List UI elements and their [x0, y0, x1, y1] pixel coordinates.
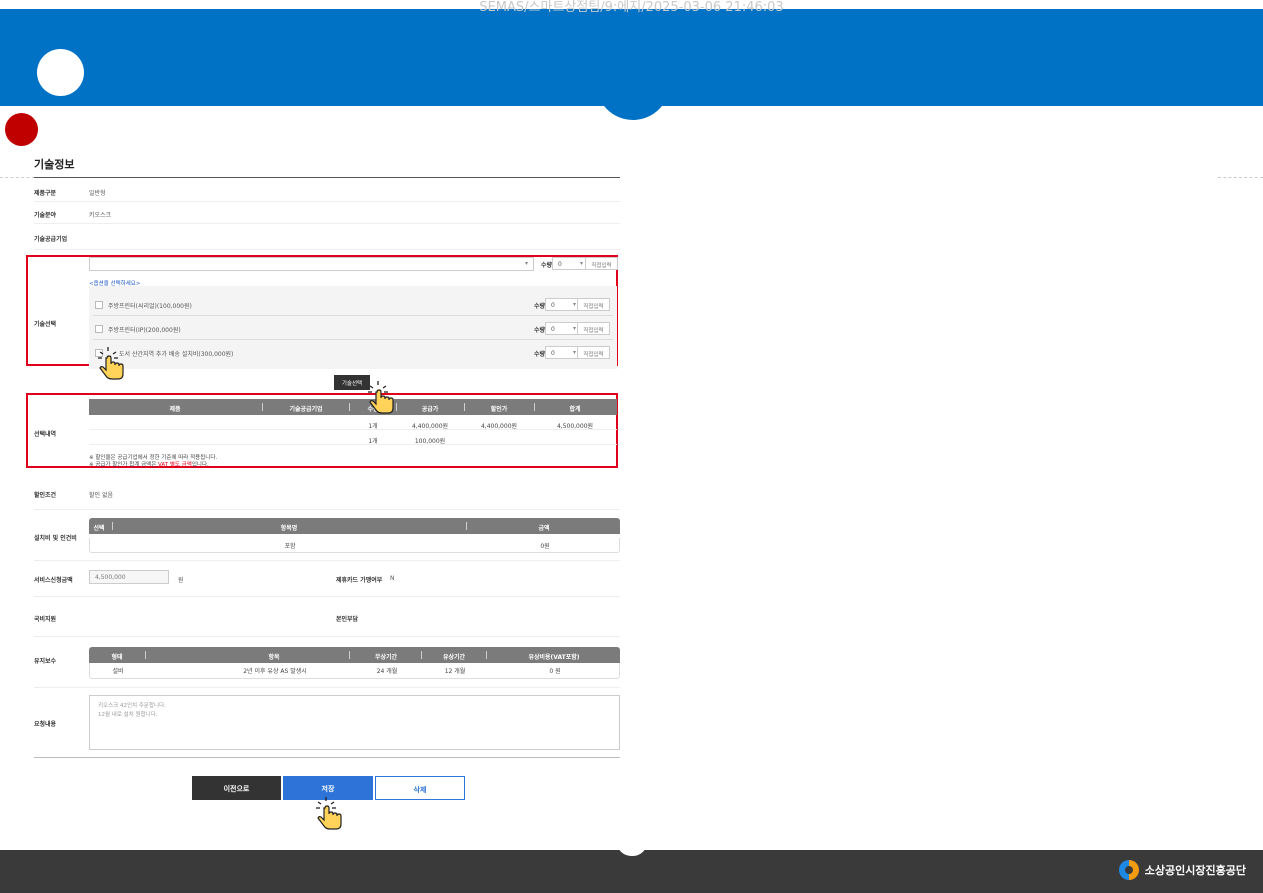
qty-select[interactable]: 0 ▾ — [552, 257, 588, 270]
selection-table-header: 제품 기술공급기업 수량 공급가 할인가 합계 — [89, 399, 617, 415]
install-table-header: 선택 항목명 금액 — [89, 518, 620, 534]
chevron-down-icon: ▾ — [524, 260, 528, 267]
divider — [34, 757, 620, 758]
direct-input-button[interactable]: 직접입력 — [577, 298, 610, 311]
divider — [34, 560, 620, 561]
label-tech-field: 기술분야 — [34, 212, 57, 219]
divider — [34, 687, 620, 688]
row-supplier: 기술공급기업 — [34, 224, 620, 250]
table-row: 1개 100,000원 — [89, 433, 617, 445]
col-supplier: 기술공급기업 — [289, 406, 323, 413]
label-install: 설치비 및 인건비 — [34, 535, 77, 542]
direct-input-button[interactable]: 직접입력 — [585, 257, 618, 270]
col-product: 제품 — [169, 406, 181, 413]
value-product-type: 일반형 — [89, 190, 106, 197]
label-request: 요청내용 — [34, 721, 57, 728]
col-supply: 공급가 — [421, 406, 439, 413]
label-discount: 할인조건 — [34, 492, 57, 499]
red-dot-icon — [5, 113, 38, 146]
footer-logo: 소상공인시장진흥공단 — [1118, 860, 1246, 880]
semas-logo-icon — [1118, 860, 1139, 880]
option-checkbox[interactable] — [95, 301, 103, 309]
request-textarea[interactable]: 키오스크 42인치 주문합니다. 12월 내로 설치 원합니다. — [89, 695, 620, 750]
col-total: 합계 — [569, 406, 581, 413]
row-discount: 할인조건 할인 없음 — [34, 476, 620, 510]
table-row: 1개 4,400,000원 4,400,000원 4,500,000원 — [89, 418, 617, 430]
section-title: 기술정보 — [34, 156, 620, 178]
divider-right — [1218, 177, 1263, 178]
direct-input-button[interactable]: 직접입력 — [577, 346, 610, 359]
qty-select[interactable]: 0 ▾ — [545, 298, 581, 311]
option-label: 도서 산간지역 추가 배송 설치비(300,000원) — [119, 351, 234, 358]
click-hand-icon — [368, 381, 394, 414]
footer-logo-text: 소상공인시장진흥공단 — [1144, 864, 1246, 877]
header-circle-icon — [37, 49, 84, 96]
divider — [34, 596, 620, 597]
label-supplier: 기술공급기업 — [34, 236, 68, 243]
tech-info-form: 기술정보 제품구분 일반형 기술분야 키오스크 기술공급기업 기술선택 ▾ 수량… — [26, 156, 620, 758]
tech-select-button[interactable]: 기술선택 — [334, 375, 370, 390]
tech-select-dropdown[interactable]: ▾ — [89, 257, 534, 271]
label-card: 제휴카드 가맹여부 — [336, 577, 383, 584]
selection-note-2: ※ 공급가 할인가 합계 금액은 VAT 별도 금액입니다. — [89, 462, 209, 468]
option-label: 주방프린터(씨리얼)(100,000원) — [108, 303, 192, 310]
footer-bar — [0, 850, 1263, 893]
label-service-amount: 서비스신청금액 — [34, 577, 73, 584]
qty-label: 수량 — [534, 327, 546, 334]
table-row: 포함 0원 — [89, 538, 620, 553]
maintenance-table-header: 형태 항목 무상기간 유상기간 유상비용(VAT포함) — [89, 647, 620, 663]
click-hand-icon — [98, 347, 124, 380]
row-tech-field: 기술분야 키오스크 — [34, 202, 620, 224]
label-product-type: 제품구분 — [34, 190, 57, 197]
option-checkbox[interactable] — [95, 325, 103, 333]
prev-button[interactable]: 이전으로 — [192, 776, 281, 800]
col-discount: 할인가 — [490, 406, 508, 413]
direct-input-button[interactable]: 직접입력 — [577, 322, 610, 335]
qty-select[interactable]: 0 ▾ — [545, 322, 581, 335]
qty-label: 수량 — [541, 262, 553, 269]
table-row: 설비 2년 이후 유상 AS 발생시 24 개월 12 개월 0 원 — [89, 663, 620, 679]
watermark: SEMAS/스마트상점팀/9:에지/2025-03-06 21:46:03 — [479, 0, 784, 15]
value-discount: 할인 없음 — [89, 492, 113, 499]
label-selection: 선택내역 — [34, 431, 57, 438]
label-subsidy: 국비지원 — [34, 616, 57, 623]
qty-label: 수량 — [534, 351, 546, 358]
click-hand-icon — [316, 797, 342, 830]
qty-select[interactable]: 0 ▾ — [545, 346, 581, 359]
amount-unit: 원 — [178, 577, 184, 584]
option-label: 주방프린터(IP)(200,000원) — [108, 327, 181, 334]
header-bump — [596, 80, 670, 120]
label-maintenance: 유지보수 — [34, 658, 57, 665]
value-tech-field: 키오스크 — [89, 212, 112, 219]
value-card: N — [390, 575, 395, 582]
label-self-pay: 본인부담 — [336, 616, 359, 623]
row-product-type: 제품구분 일반형 — [34, 180, 620, 202]
qty-label: 수량 — [534, 303, 546, 310]
label-tech-select: 기술선택 — [34, 321, 57, 328]
service-amount-input[interactable]: 4,500,000 — [89, 570, 169, 584]
delete-button[interactable]: 삭제 — [375, 776, 465, 800]
divider — [34, 636, 620, 637]
